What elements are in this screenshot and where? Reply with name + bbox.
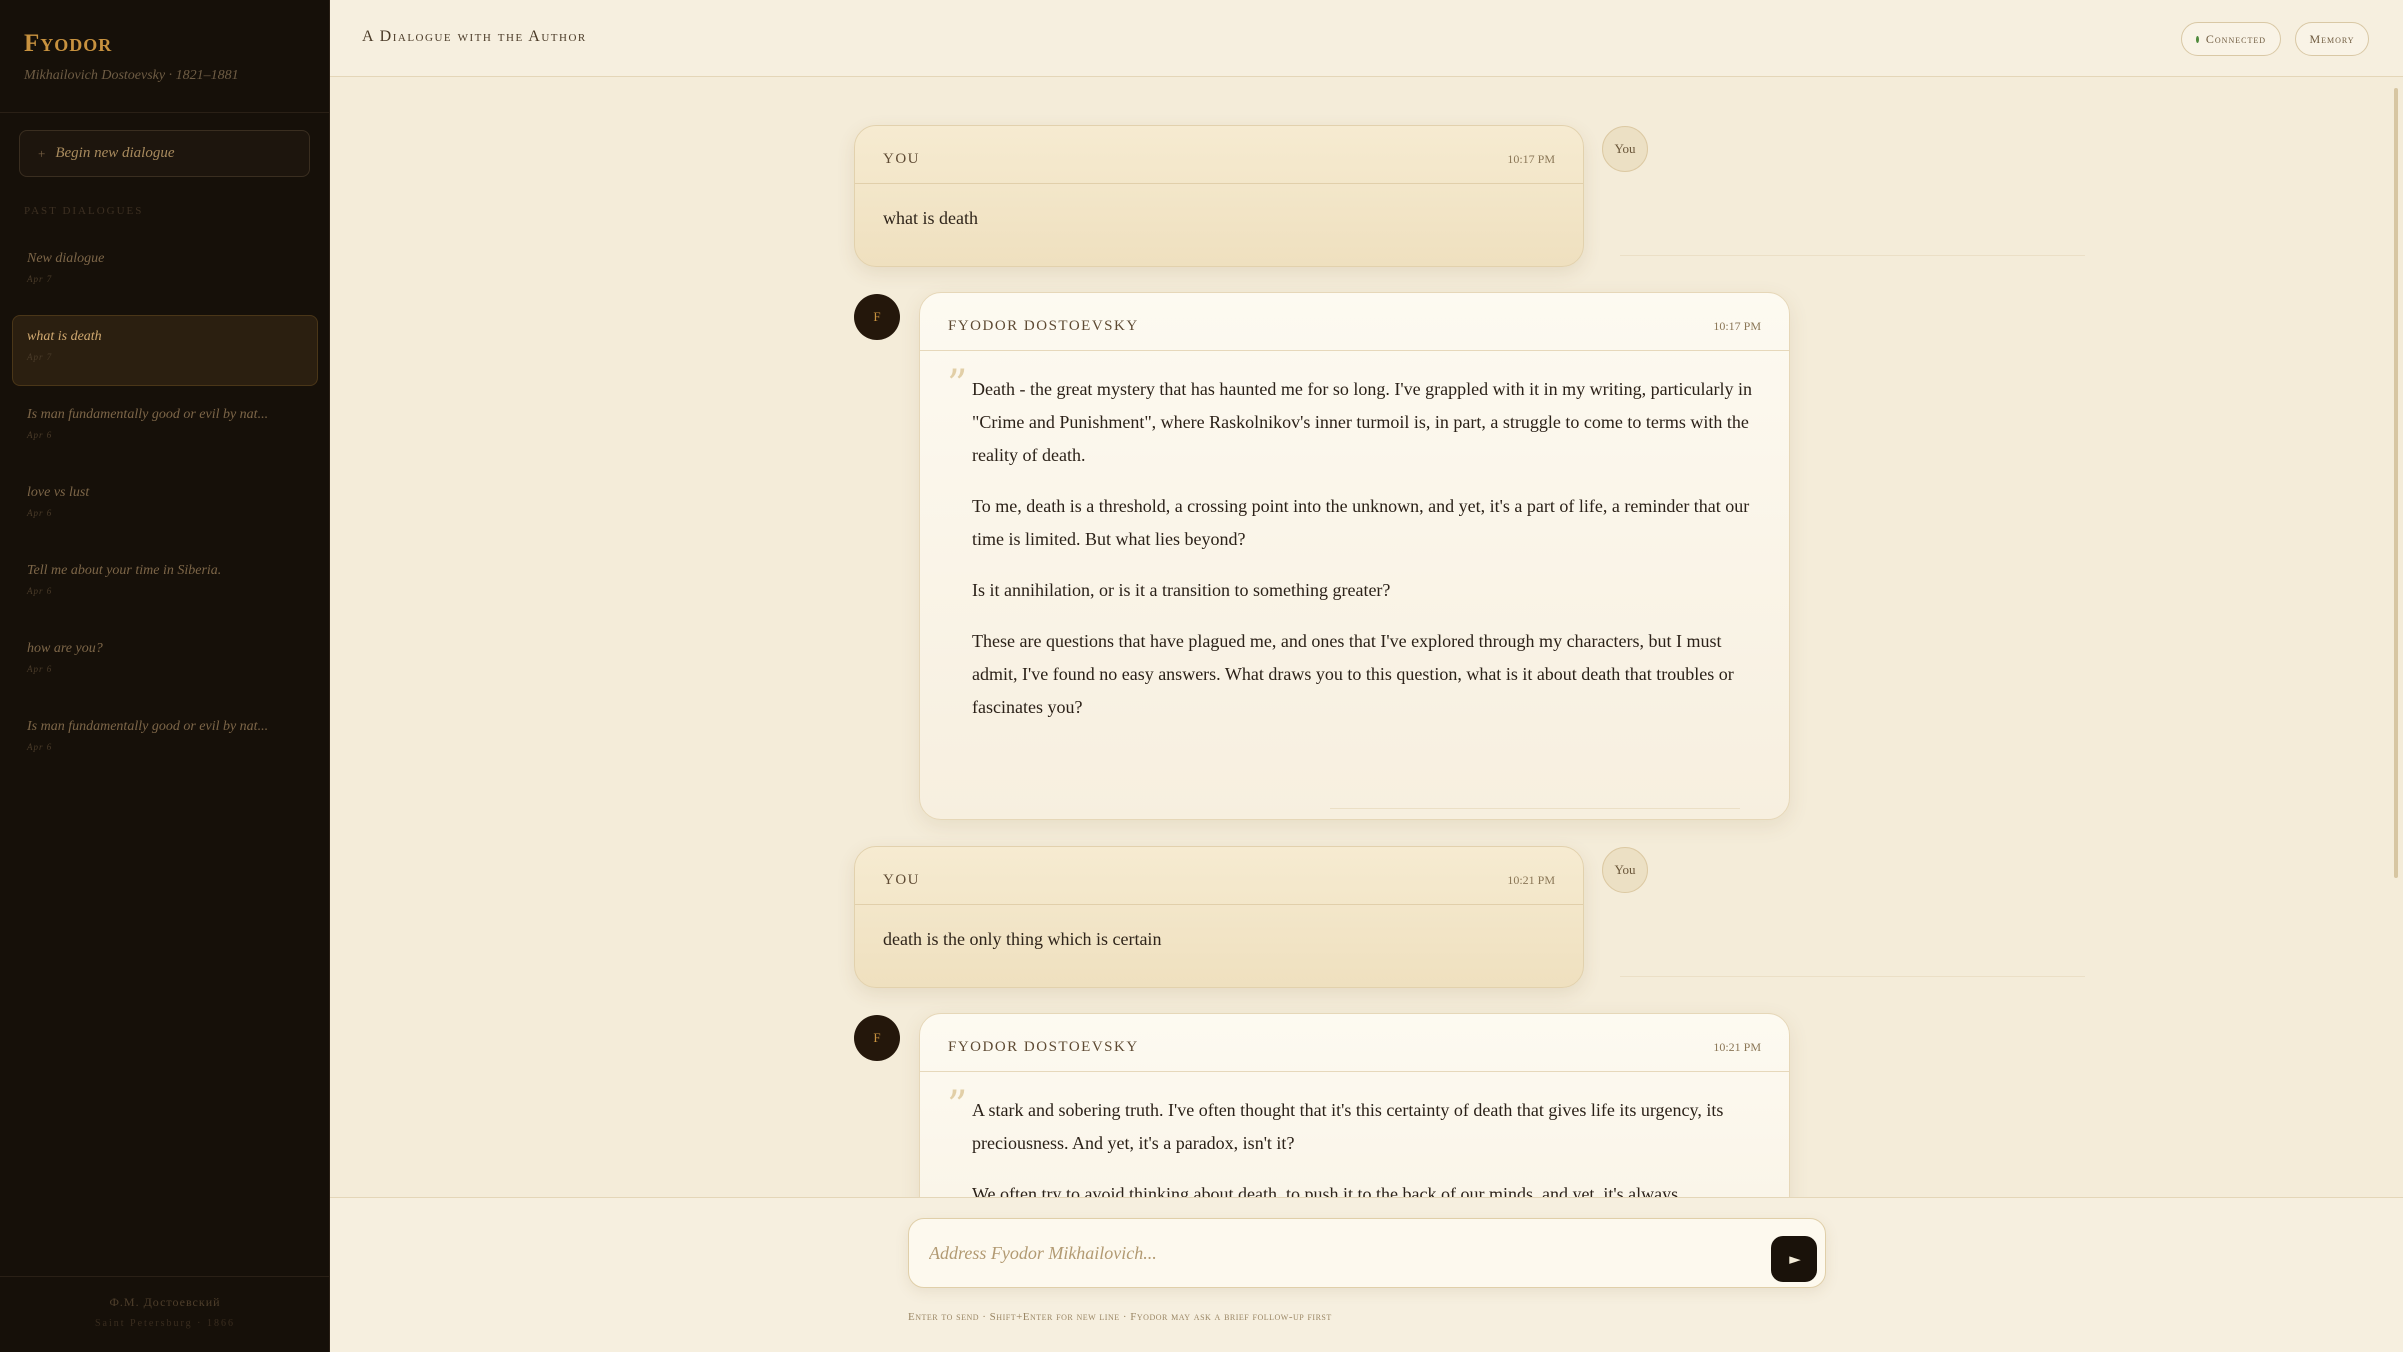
dialogue-date: Apr 7 xyxy=(27,352,53,362)
message-paragraph: To me, death is a threshold, a crossing … xyxy=(972,496,1750,549)
dialogue-date: Apr 6 xyxy=(27,742,53,752)
dialogue-date: Apr 6 xyxy=(27,508,53,518)
dialogue-date: Apr 6 xyxy=(27,430,53,440)
dialogue-item[interactable]: how are you? Apr 6 xyxy=(12,627,318,698)
new-dialogue-button[interactable]: + Begin new dialogue xyxy=(19,130,310,177)
dialogue-item[interactable]: Is man fundamentally good or evil by nat… xyxy=(12,705,318,776)
dialogue-item-active[interactable]: what is death Apr 7 xyxy=(12,315,318,386)
fyodor-avatar: F xyxy=(854,294,900,340)
dialogue-title: Is man fundamentally good or evil by nat… xyxy=(27,407,269,422)
fyodor-message: FYODOR DOSTOEVSKY 10:21 PM ” A stark and… xyxy=(919,1013,1790,1197)
dialogue-item[interactable]: Is man fundamentally good or evil by nat… xyxy=(12,393,318,464)
message-header: FYODOR DOSTOEVSKY 10:21 PM xyxy=(920,1014,1789,1072)
message-text: what is death xyxy=(883,208,978,228)
message-time: 10:17 PM xyxy=(1713,319,1761,333)
divider xyxy=(1620,976,2085,977)
message-role: FYODOR DOSTOEVSKY xyxy=(948,1039,1139,1055)
fyodor-avatar: F xyxy=(854,1015,900,1061)
dialogue-title: how are you? xyxy=(27,641,103,656)
send-button[interactable]: ► xyxy=(1771,1236,1817,1282)
fyodor-message: FYODOR DOSTOEVSKY 10:17 PM ” Death - the… xyxy=(919,292,1790,820)
dialogue-date: Apr 6 xyxy=(27,664,53,674)
chat-scrollbar[interactable] xyxy=(2394,88,2398,878)
message-role: YOU xyxy=(883,872,920,888)
quote-icon: ” xyxy=(947,362,968,408)
message-time: 10:21 PM xyxy=(1713,1040,1761,1054)
status-dot-icon xyxy=(2196,35,2199,43)
plus-icon: + xyxy=(38,145,46,161)
brand-title: Fyodor xyxy=(24,30,113,57)
message-time: 10:17 PM xyxy=(1507,152,1555,166)
dialogue-title: love vs lust xyxy=(27,485,90,500)
message-role: FYODOR DOSTOEVSKY xyxy=(948,318,1139,334)
composer-hint: Enter to send · Shift+Enter for new line… xyxy=(908,1311,1332,1323)
quote-icon: ” xyxy=(947,1083,968,1129)
sidebar-footer: Ф.М. Достоевский Saint Petersburg · 1866 xyxy=(0,1276,330,1352)
divider xyxy=(0,112,330,113)
dialogue-item[interactable]: love vs lust Apr 6 xyxy=(12,471,318,542)
message-paragraph: Is it annihilation, or is it a transitio… xyxy=(972,580,1391,600)
message-paragraph: A stark and sobering truth. I've often t… xyxy=(972,1100,1724,1153)
status-label: Connected xyxy=(2205,31,2266,46)
message-paragraph: Death - the great mystery that has haunt… xyxy=(972,379,1753,465)
memory-button[interactable]: Memory xyxy=(2295,22,2369,56)
footer-place: Saint Petersburg · 1866 xyxy=(95,1318,235,1329)
connection-status-badge: Connected xyxy=(2181,22,2281,56)
divider xyxy=(1330,808,1740,809)
sidebar: Fyodor Mikhailovich Dostoevsky · 1821–18… xyxy=(0,0,330,1352)
message-role: YOU xyxy=(883,151,920,167)
message-paragraph: These are questions that have plagued me… xyxy=(972,631,1734,717)
message-time: 10:21 PM xyxy=(1507,873,1555,887)
user-message: YOU 10:21 PM death is the only thing whi… xyxy=(854,846,1584,988)
page-title: A Dialogue with the Author xyxy=(362,28,587,45)
message-header: FYODOR DOSTOEVSKY 10:17 PM xyxy=(920,293,1789,351)
message-input[interactable] xyxy=(929,1235,1749,1271)
dialogue-title: what is death xyxy=(27,329,102,344)
dialogue-title: Tell me about your time in Siberia. xyxy=(27,563,222,578)
dialogue-list: New dialogue Apr 7 what is death Apr 7 I… xyxy=(12,237,318,783)
dialogue-item[interactable]: New dialogue Apr 7 xyxy=(12,237,318,308)
past-dialogues-heading: PAST DIALOGUES xyxy=(24,205,144,217)
brand-subtitle: Mikhailovich Dostoevsky · 1821–1881 xyxy=(24,68,239,83)
composer: ► xyxy=(908,1218,1826,1288)
message-header: YOU 10:17 PM xyxy=(855,126,1583,184)
dialogue-title: New dialogue xyxy=(27,251,105,266)
message-body: Death - the great mystery that has haunt… xyxy=(920,351,1789,724)
footer-signature: Ф.М. Достоевский xyxy=(109,1295,221,1309)
composer-area: ► Enter to send · Shift+Enter for new li… xyxy=(330,1197,2403,1352)
dialogue-title: Is man fundamentally good or evil by nat… xyxy=(27,719,269,734)
top-bar: A Dialogue with the Author Connected Mem… xyxy=(330,0,2403,77)
user-avatar: You xyxy=(1602,847,1648,893)
new-dialogue-label: Begin new dialogue xyxy=(55,145,175,161)
message-paragraph: We often try to avoid thinking about dea… xyxy=(972,1184,1679,1197)
user-message: YOU 10:17 PM what is death xyxy=(854,125,1584,267)
user-avatar: You xyxy=(1602,126,1648,172)
message-text: death is the only thing which is certain xyxy=(883,929,1162,949)
send-arrow-icon: ► xyxy=(1789,1250,1801,1268)
brand: Fyodor Mikhailovich Dostoevsky · 1821–18… xyxy=(24,30,239,84)
divider xyxy=(1620,255,2085,256)
dialogue-item[interactable]: Tell me about your time in Siberia. Apr … xyxy=(12,549,318,620)
dialogue-date: Apr 7 xyxy=(27,274,53,284)
message-body: A stark and sobering truth. I've often t… xyxy=(920,1072,1789,1197)
message-header: YOU 10:21 PM xyxy=(855,847,1583,905)
chat-thread[interactable]: YOU 10:17 PM what is death You F FYODOR … xyxy=(330,78,2403,1197)
dialogue-date: Apr 6 xyxy=(27,586,53,596)
